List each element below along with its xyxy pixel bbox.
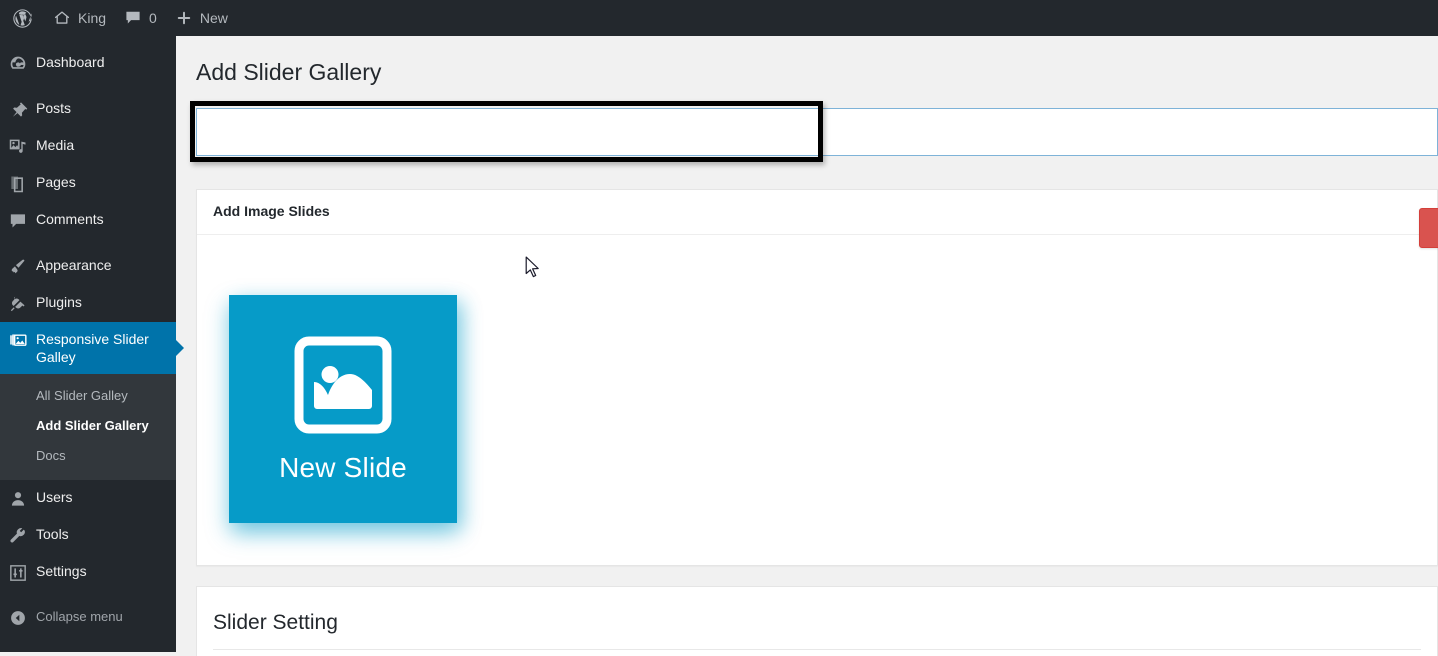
new-content-label: New xyxy=(199,10,228,26)
sidebar-item-label: Dashboard xyxy=(36,54,105,70)
new-content-menu-item[interactable]: New xyxy=(166,0,237,36)
comment-bubble-icon xyxy=(124,9,142,27)
wp-logo-menu-item[interactable] xyxy=(0,0,44,36)
content-body: Add Slider Gallery Add Image Slides New … xyxy=(176,36,1438,656)
user-icon xyxy=(0,488,36,509)
admin-sidebar-menu: Dashboard Posts Media Pages Comments App… xyxy=(0,36,184,652)
slider-setting-title: Slider Setting xyxy=(213,610,338,634)
comment-bubble-icon xyxy=(0,210,36,231)
admin-bar: King 0 New xyxy=(0,0,1438,36)
sidebar-item-label: Users xyxy=(36,489,73,505)
sidebar-item-label: Comments xyxy=(36,211,104,227)
sidebar-submenu-responsive-slider-galley: All Slider Galley Add Slider Gallery Doc… xyxy=(0,374,176,480)
sidebar-item-responsive-slider-galley[interactable]: Responsive Slider Galley xyxy=(0,322,184,374)
panel-header: Add Image Slides xyxy=(197,190,1437,235)
sidebar-item-pages[interactable]: Pages xyxy=(0,165,176,202)
sidebar-item-label: Appearance xyxy=(36,257,112,273)
sidebar-item-label: Tools xyxy=(36,526,69,542)
menu-spacer-top xyxy=(0,36,176,45)
comment-count: 0 xyxy=(149,10,157,26)
sidebar-item-label: Plugins xyxy=(36,294,82,310)
plug-icon xyxy=(0,293,36,314)
sidebar-item-posts[interactable]: Posts xyxy=(0,91,176,128)
new-slide-button[interactable]: New Slide xyxy=(229,294,457,523)
slider-setting-divider xyxy=(213,648,1421,650)
paintbrush-icon xyxy=(0,256,36,277)
comments-menu-item[interactable]: 0 xyxy=(115,0,166,36)
sidebar-item-appearance[interactable]: Appearance xyxy=(0,248,176,285)
submenu-item-label: Add Slider Gallery xyxy=(36,418,149,433)
submenu-item-docs[interactable]: Docs xyxy=(0,441,176,471)
wrench-icon xyxy=(0,525,36,546)
new-slide-label: New Slide xyxy=(279,452,407,484)
sidebar-item-plugins[interactable]: Plugins xyxy=(0,285,176,322)
sidebar-item-label: Media xyxy=(36,137,75,153)
site-name-menu-item[interactable]: King xyxy=(44,0,115,36)
submenu-item-label: All Slider Galley xyxy=(36,388,128,403)
collapse-menu-button[interactable]: Collapse menu xyxy=(0,600,176,635)
sidebar-item-tools[interactable]: Tools xyxy=(0,517,176,554)
collapse-arrow-icon xyxy=(0,608,36,627)
pages-icon xyxy=(0,173,36,194)
submenu-item-all-slider-galley[interactable]: All Slider Galley xyxy=(0,381,176,411)
sidebar-item-label: Responsive Slider Galley xyxy=(36,331,149,365)
slider-setting-panel: Slider Setting xyxy=(196,585,1438,656)
panel-title: Add Image Slides xyxy=(213,203,330,219)
page-title: Add Slider Gallery xyxy=(196,59,382,85)
title-input-row xyxy=(190,101,1438,165)
wordpress-logo-icon xyxy=(12,8,33,29)
plus-icon xyxy=(175,9,193,27)
media-icon xyxy=(0,136,36,157)
sidebar-item-label: Settings xyxy=(36,563,87,579)
sidebar-item-comments[interactable]: Comments xyxy=(0,202,176,239)
sidebar-item-dashboard[interactable]: Dashboard xyxy=(0,45,176,82)
menu-separator-2 xyxy=(0,239,176,248)
image-placeholder-icon xyxy=(291,333,395,442)
sidebar-item-label: Posts xyxy=(36,100,72,116)
sidebar-item-settings[interactable]: Settings xyxy=(0,554,176,591)
dashboard-icon xyxy=(0,53,36,74)
remove-slide-button[interactable] xyxy=(1419,208,1438,248)
site-name-label: King xyxy=(78,10,107,26)
submenu-item-label: Docs xyxy=(36,448,66,463)
sidebar-item-label: Pages xyxy=(36,174,76,190)
content-area: Add Slider Gallery Add Image Slides New … xyxy=(176,36,1438,656)
gallery-title-input[interactable] xyxy=(196,108,1438,156)
sidebar-item-media[interactable]: Media xyxy=(0,128,176,165)
sidebar-item-users[interactable]: Users xyxy=(0,480,176,517)
add-image-slides-panel: Add Image Slides New Slide xyxy=(196,189,1438,566)
menu-separator-3 xyxy=(0,591,176,600)
sliders-icon xyxy=(0,562,36,583)
panel-body: New Slide xyxy=(197,208,1438,565)
collapse-menu-label: Collapse menu xyxy=(36,609,123,624)
home-icon xyxy=(53,9,71,27)
gallery-icon xyxy=(0,330,36,351)
pin-icon xyxy=(0,99,36,120)
submenu-item-add-slider-gallery[interactable]: Add Slider Gallery xyxy=(0,411,176,441)
menu-separator-1 xyxy=(0,82,176,91)
